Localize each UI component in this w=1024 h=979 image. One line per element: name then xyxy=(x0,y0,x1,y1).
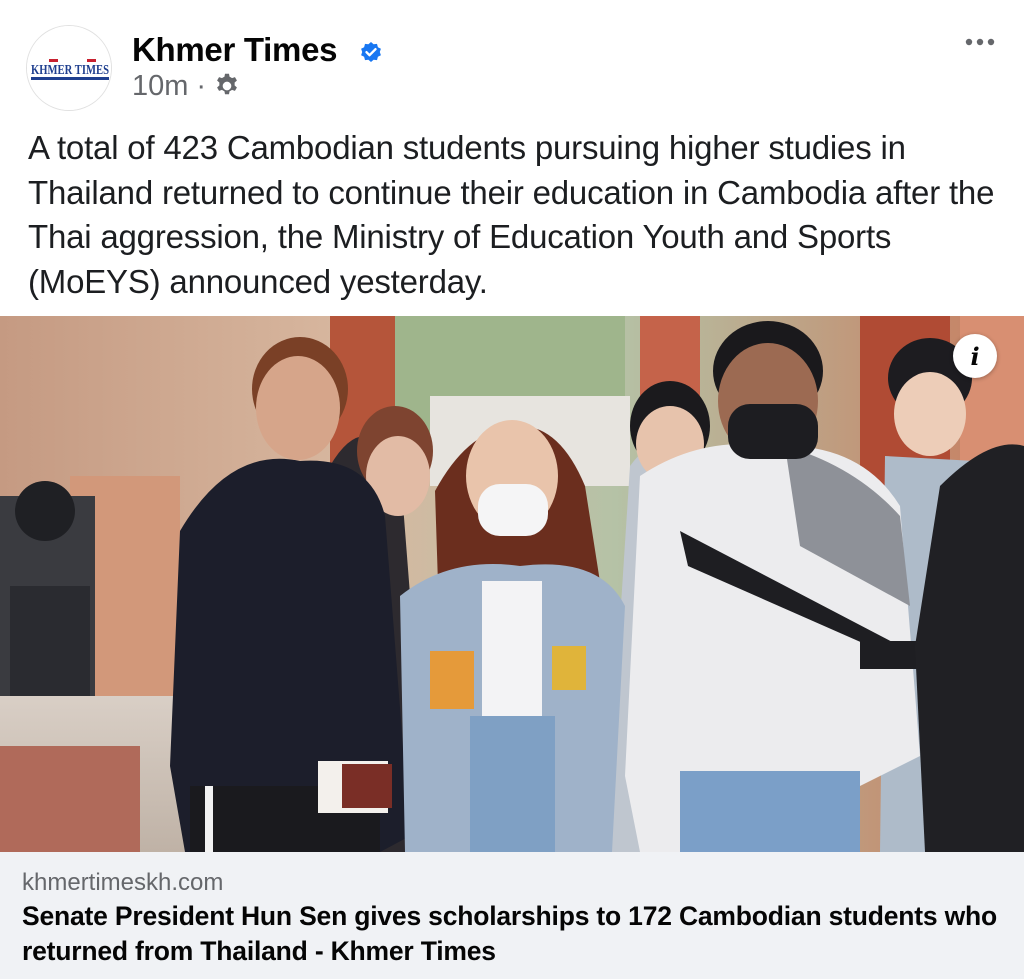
post-body-text: A total of 423 Cambodian students pursui… xyxy=(28,129,995,300)
post-photo[interactable] xyxy=(0,316,1024,852)
link-domain: khmertimeskh.com xyxy=(22,869,224,896)
page-name[interactable]: Khmer Times xyxy=(132,30,337,70)
khmer-times-logo: KHMER TIMES xyxy=(27,26,111,110)
svg-text:KHMER TIMES: KHMER TIMES xyxy=(31,62,109,77)
meta-separator: · xyxy=(196,70,207,102)
gear-icon[interactable] xyxy=(213,72,241,100)
info-icon: i xyxy=(970,341,980,371)
post-meta: 10m · xyxy=(132,68,241,104)
verified-badge-icon xyxy=(361,42,381,62)
link-title[interactable]: Senate President Hun Sen gives scholarsh… xyxy=(22,899,1002,969)
post-header: KHMER TIMES Khmer Times 10m · xyxy=(0,0,1024,118)
students-photo xyxy=(0,316,1024,852)
page-avatar[interactable]: KHMER TIMES xyxy=(26,25,112,111)
post-timestamp[interactable]: 10m xyxy=(132,68,188,104)
info-button[interactable]: i xyxy=(953,334,997,378)
more-options-button[interactable] xyxy=(956,24,1004,60)
more-options-icon xyxy=(965,38,995,46)
